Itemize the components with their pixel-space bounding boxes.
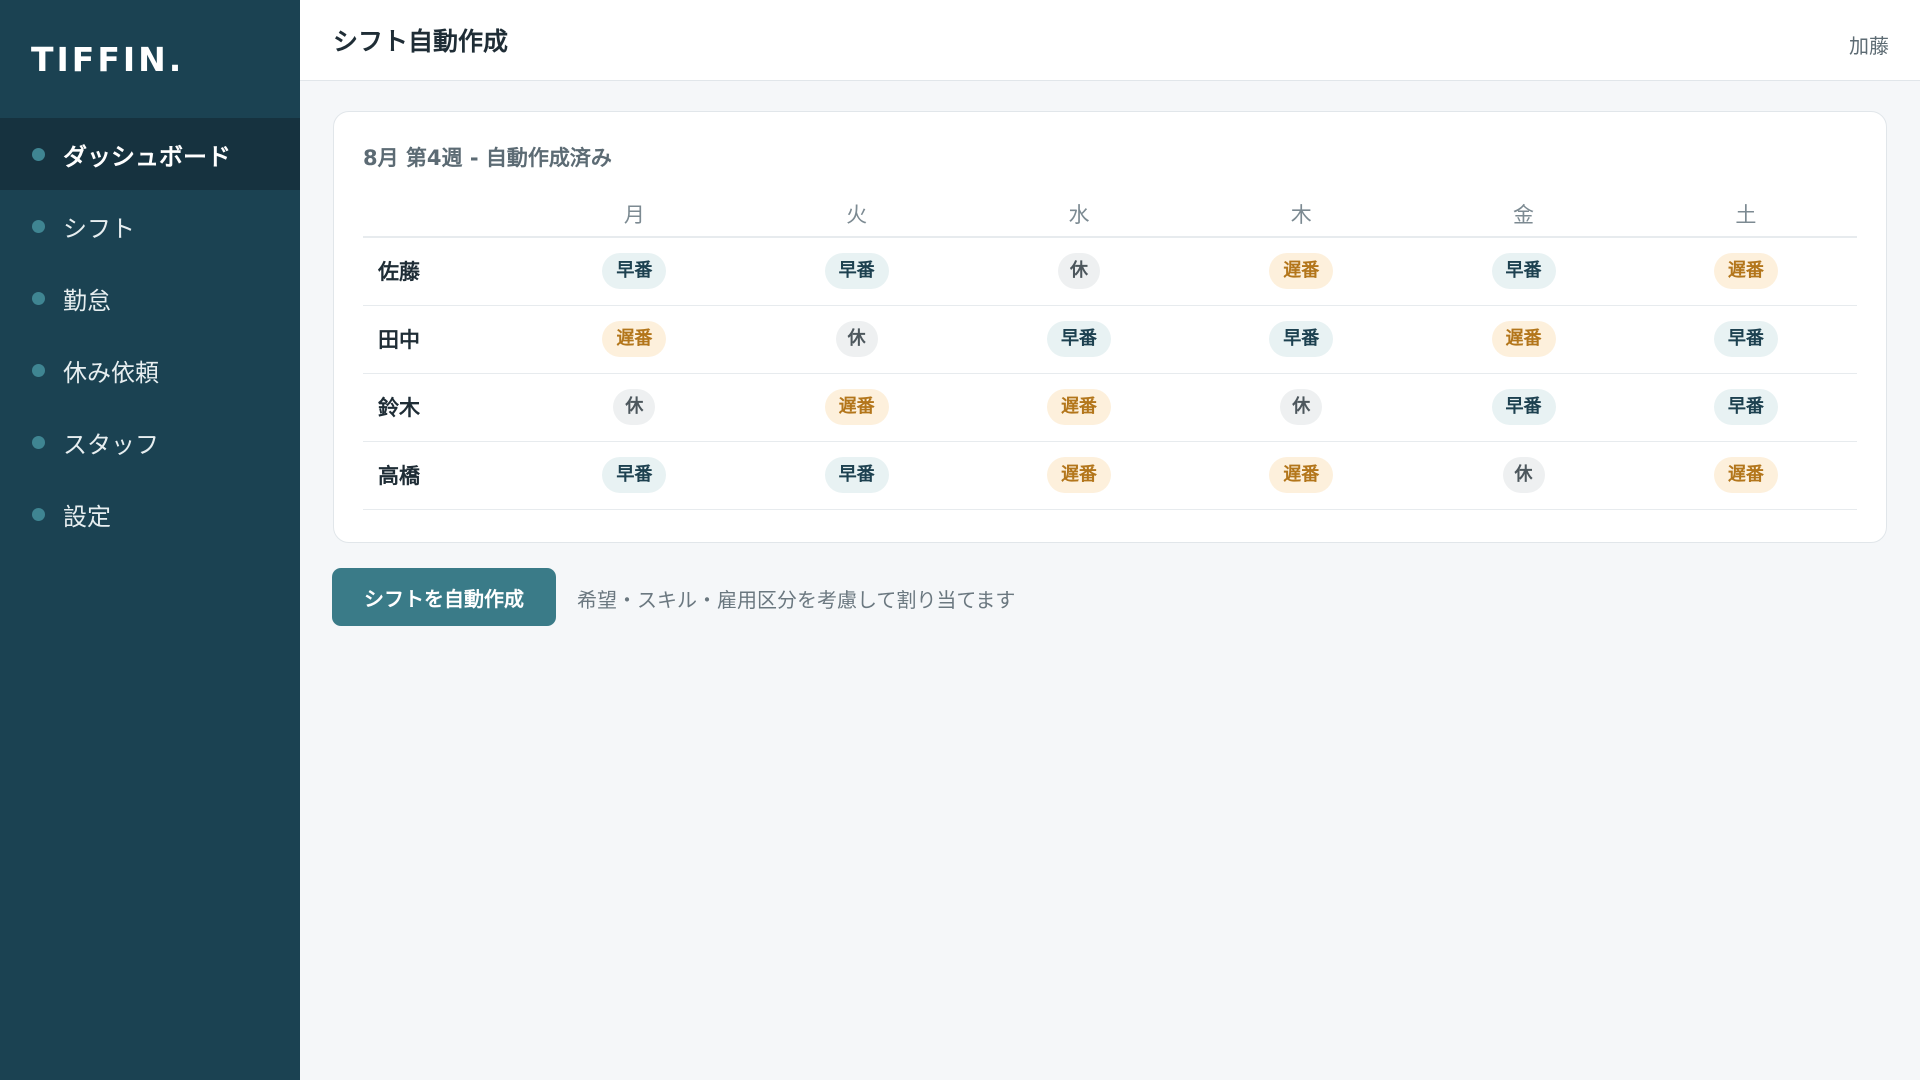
schedule-title: 8月 第4週 - 自動作成済み: [363, 146, 612, 170]
app-logo: TIFFIN.: [31, 40, 185, 79]
sidebar: TIFFIN. ダッシュボード シフト 勤怠 休み依頼 スタッフ 設定: [0, 0, 300, 1080]
shift-badge[interactable]: 早番: [1046, 321, 1111, 357]
sidebar-item-label: ダッシュボード: [63, 142, 231, 171]
shift-badge[interactable]: 休: [613, 389, 656, 425]
dot-icon: [32, 219, 45, 233]
shift-badge[interactable]: 早番: [1491, 389, 1556, 425]
shift-badge[interactable]: 休: [1280, 389, 1323, 425]
shift-cell: 早番: [745, 237, 968, 306]
schedule-card: 8月 第4週 - 自動作成済み 月 火 水 木 金 土 佐藤 早番 早番休遅番 早番遅…: [333, 111, 1887, 543]
schedule-table: 月 火 水 木 金 土 佐藤 早番 早番休遅番 早番 遅番 田中 遅番休早番 早番 遅番 早番 鈴木…: [363, 192, 1857, 510]
dot-icon: [32, 363, 45, 377]
sidebar-item-label: シフト: [63, 214, 135, 243]
sidebar-item-label: スタッフ: [63, 430, 159, 459]
shift-cell: 早番: [967, 305, 1191, 374]
page-title: シフト自動作成: [333, 27, 509, 56]
table-header-row: 月 火 水 木 金 土: [363, 192, 1857, 238]
shift-badge[interactable]: 遅番: [1491, 321, 1556, 357]
staff-name: 高橋: [363, 441, 524, 510]
shift-cell: 早番: [523, 237, 746, 306]
sidebar-item-staff[interactable]: スタッフ: [0, 406, 300, 478]
table-row: 高橋 早番 早番 遅番 遅番 休 遅番: [363, 441, 1857, 510]
shift-badge[interactable]: 早番: [1713, 321, 1778, 357]
staff-name: 佐藤: [363, 237, 524, 306]
user-menu[interactable]: 加藤: [1849, 30, 1889, 59]
staff-name: 田中: [363, 305, 524, 374]
shift-badge[interactable]: 早番: [1491, 253, 1556, 290]
sidebar-item-label: 休み依頼: [63, 358, 159, 387]
shift-cell: 早番: [1634, 305, 1857, 374]
shift-badge[interactable]: 遅番: [1046, 457, 1111, 493]
column-header-day: 火: [745, 192, 968, 238]
shift-badge[interactable]: 遅番: [1046, 389, 1111, 425]
shift-badge[interactable]: 休: [1502, 457, 1545, 493]
sidebar-item-label: 勤怠: [63, 286, 111, 315]
shift-cell: 早番: [1412, 237, 1635, 306]
sidebar-item-dashboard[interactable]: ダッシュボード: [0, 118, 300, 190]
shift-badge[interactable]: 遅番: [1269, 253, 1334, 290]
column-header-staff: [363, 192, 524, 238]
shift-badge[interactable]: 遅番: [824, 389, 889, 425]
shift-badge[interactable]: 早番: [824, 457, 889, 493]
column-header-day: 土: [1634, 192, 1857, 238]
shift-cell: 休: [745, 305, 968, 374]
shift-badge[interactable]: 早番: [1269, 321, 1334, 357]
shift-badge[interactable]: 遅番: [602, 321, 667, 357]
shift-cell: 遅番: [1190, 441, 1413, 510]
shift-badge[interactable]: 早番: [824, 253, 889, 290]
schedule-table-wrap: 月 火 水 木 金 土 佐藤 早番 早番休遅番 早番 遅番 田中 遅番休早番 早番 遅番 早番 鈴木…: [363, 192, 1857, 510]
shift-badge[interactable]: 休: [1057, 253, 1100, 290]
dot-icon: [32, 291, 45, 305]
shift-cell: 遅番: [745, 373, 968, 442]
staff-name: 鈴木: [363, 373, 524, 442]
shift-cell: 休: [967, 237, 1191, 306]
shift-cell: 早番: [523, 441, 746, 510]
dot-icon: [32, 147, 45, 161]
shift-badge[interactable]: 遅番: [1713, 457, 1778, 493]
shift-cell: 遅番: [1190, 237, 1413, 306]
shift-cell: 休: [523, 373, 746, 442]
sidebar-item-label: 設定: [63, 502, 111, 531]
shift-badge[interactable]: 早番: [602, 253, 667, 290]
shift-badge[interactable]: 遅番: [1269, 457, 1334, 493]
top-header: シフト自動作成 加藤: [300, 0, 1920, 81]
column-header-day: 金: [1412, 192, 1635, 238]
shift-badge[interactable]: 遅番: [1713, 253, 1778, 290]
shift-cell: 早番: [1634, 373, 1857, 442]
shift-cell: 遅番: [967, 373, 1191, 442]
dot-icon: [32, 435, 45, 449]
shift-cell: 遅番: [967, 441, 1191, 510]
shift-badge[interactable]: 早番: [602, 457, 667, 493]
column-header-day: 水: [967, 192, 1191, 238]
column-header-day: 月: [523, 192, 746, 238]
sidebar-item-attendance[interactable]: 勤怠: [0, 262, 300, 334]
dot-icon: [32, 507, 45, 521]
shift-cell: 遅番: [1634, 441, 1857, 510]
column-header-day: 木: [1190, 192, 1413, 238]
shift-cell: 遅番: [1412, 305, 1635, 374]
shift-badge[interactable]: 早番: [1713, 389, 1778, 425]
table-row: 田中 遅番 休 早番 早番 遅番 早番: [363, 305, 1857, 374]
table-row: 佐藤 早番 早番 休 遅番 早番 遅番: [363, 237, 1857, 306]
shift-cell: 早番: [1190, 305, 1413, 374]
shift-cell: 休: [1412, 441, 1635, 510]
shift-cell: 遅番: [523, 305, 746, 374]
auto-create-shift-button[interactable]: シフトを自動作成: [332, 568, 556, 626]
table-row: 鈴木 休 遅番 遅番 休 早番 早番: [363, 373, 1857, 442]
sidebar-nav: ダッシュボード シフト 勤怠 休み依頼 スタッフ 設定: [0, 118, 300, 550]
sidebar-item-shift[interactable]: シフト: [0, 190, 300, 262]
sidebar-item-leave-requests[interactable]: 休み依頼: [0, 334, 300, 406]
auto-create-hint: 希望・スキル・雇用区分を考慮して割り当てます: [577, 588, 1016, 612]
shift-cell: 遅番: [1634, 237, 1857, 306]
sidebar-item-settings[interactable]: 設定: [0, 478, 300, 550]
shift-cell: 休: [1190, 373, 1413, 442]
shift-badge[interactable]: 休: [835, 321, 878, 357]
shift-cell: 早番: [745, 441, 968, 510]
shift-cell: 早番: [1412, 373, 1635, 442]
